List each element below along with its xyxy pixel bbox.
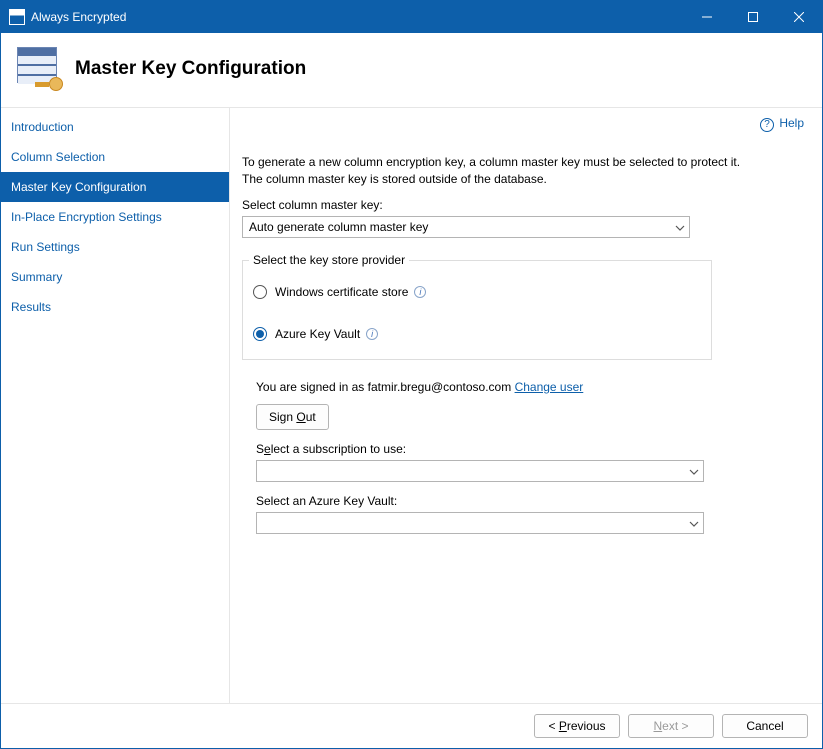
sidebar-item-results[interactable]: Results bbox=[1, 292, 229, 322]
sidebar-item-run-settings[interactable]: Run Settings bbox=[1, 232, 229, 262]
sidebar: Introduction Column Selection Master Key… bbox=[1, 108, 230, 703]
main-panel: ? Help To generate a new column encrypti… bbox=[230, 108, 822, 703]
page-title: Master Key Configuration bbox=[75, 58, 306, 80]
key-store-provider-group: Select the key store provider Windows ce… bbox=[242, 260, 712, 360]
chevron-down-icon bbox=[689, 466, 699, 476]
subscription-select[interactable] bbox=[256, 460, 704, 482]
next-button[interactable]: Next > bbox=[628, 714, 714, 738]
close-button[interactable] bbox=[776, 1, 822, 33]
body: Introduction Column Selection Master Key… bbox=[1, 108, 822, 703]
title-bar: Always Encrypted bbox=[1, 1, 822, 33]
signed-in-prefix: You are signed in as bbox=[256, 380, 368, 394]
sidebar-item-summary[interactable]: Summary bbox=[1, 262, 229, 292]
info-icon[interactable]: i bbox=[366, 328, 378, 340]
wizard-window: Always Encrypted Master Key bbox=[0, 0, 823, 749]
intro-text: To generate a new column encryption key,… bbox=[242, 154, 762, 188]
signed-in-user: fatmir.bregu@contoso.com bbox=[368, 380, 512, 394]
subscription-label: Select a subscription to use: bbox=[256, 442, 804, 456]
signed-in-text: You are signed in as fatmir.bregu@contos… bbox=[256, 380, 804, 394]
window-controls bbox=[684, 1, 822, 33]
key-vault-select[interactable] bbox=[256, 512, 704, 534]
header: Master Key Configuration bbox=[1, 33, 822, 108]
select-master-key-label: Select column master key: bbox=[242, 198, 804, 212]
radio-azure-key-vault[interactable]: Azure Key Vault i bbox=[253, 327, 701, 341]
key-vault-label: Select an Azure Key Vault: bbox=[256, 494, 804, 508]
master-key-value: Auto generate column master key bbox=[249, 220, 428, 234]
radio-icon bbox=[253, 285, 267, 299]
sidebar-item-introduction[interactable]: Introduction bbox=[1, 112, 229, 142]
key-store-provider-legend: Select the key store provider bbox=[249, 253, 409, 267]
help-icon: ? bbox=[760, 118, 774, 132]
master-key-icon bbox=[15, 45, 63, 93]
sidebar-item-master-key-configuration[interactable]: Master Key Configuration bbox=[1, 172, 229, 202]
master-key-select[interactable]: Auto generate column master key bbox=[242, 216, 690, 238]
radio-label: Azure Key Vault bbox=[275, 327, 360, 341]
previous-button[interactable]: < Previous bbox=[534, 714, 620, 738]
window-title: Always Encrypted bbox=[31, 10, 126, 24]
help-row: ? Help bbox=[242, 116, 804, 154]
radio-label: Windows certificate store bbox=[275, 285, 408, 299]
cancel-button[interactable]: Cancel bbox=[722, 714, 808, 738]
sign-out-button[interactable]: Sign Out bbox=[256, 404, 329, 430]
footer: < Previous Next > Cancel bbox=[1, 703, 822, 748]
radio-windows-certificate-store[interactable]: Windows certificate store i bbox=[253, 285, 701, 299]
minimize-button[interactable] bbox=[684, 1, 730, 33]
maximize-button[interactable] bbox=[730, 1, 776, 33]
sidebar-item-column-selection[interactable]: Column Selection bbox=[1, 142, 229, 172]
change-user-link[interactable]: Change user bbox=[515, 380, 584, 394]
radio-icon bbox=[253, 327, 267, 341]
azure-signin-block: You are signed in as fatmir.bregu@contos… bbox=[256, 380, 804, 534]
info-icon[interactable]: i bbox=[414, 286, 426, 298]
help-link[interactable]: Help bbox=[779, 116, 804, 130]
sidebar-item-in-place-encryption-settings[interactable]: In-Place Encryption Settings bbox=[1, 202, 229, 232]
chevron-down-icon bbox=[689, 518, 699, 528]
chevron-down-icon bbox=[675, 222, 685, 232]
app-icon bbox=[9, 9, 25, 25]
